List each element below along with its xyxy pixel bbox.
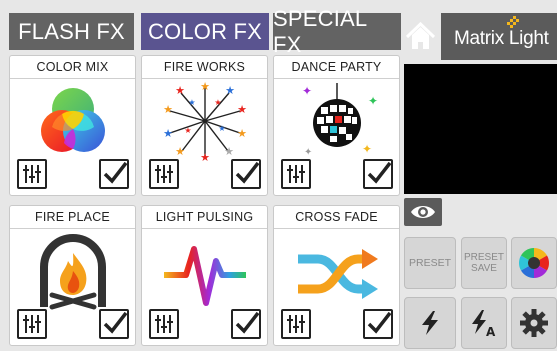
preview-screen [404,64,557,194]
effect-card-cross-fade[interactable]: CROSS FADE [273,205,400,346]
equalizer-icon [23,165,41,183]
preview-toggle-button[interactable] [404,198,442,226]
svg-text:★: ★ [218,124,225,133]
enable-checkbox[interactable] [99,309,129,339]
svg-text:★: ★ [175,84,185,97]
effect-title: CROSS FADE [274,206,399,229]
equalizer-icon [23,315,41,333]
lightning-auto-icon: A [472,310,496,338]
logo-dots-icon [507,16,519,28]
equalizer-icon [155,165,173,183]
effect-card-light-pulsing[interactable]: LIGHT PULSING [141,205,268,346]
preset-save-button[interactable]: PRESET SAVE [461,237,507,289]
color-wheel-icon [518,248,550,278]
lightning-icon [422,311,438,335]
svg-text:★: ★ [184,126,191,135]
logo-text: Matrix Light [454,28,549,49]
home-icon [405,21,436,49]
tab-flash-fx[interactable]: FLASH FX [9,13,134,50]
gear-icon [520,309,548,337]
crossfade-icon [298,249,378,299]
tab-color-fx[interactable]: COLOR FX [141,13,269,50]
equalizer-settings-button[interactable] [281,309,311,339]
svg-text:★: ★ [237,127,247,140]
svg-text:★: ★ [163,127,173,140]
equalizer-icon [155,315,173,333]
effect-card-dance-party[interactable]: DANCE PARTY ✦ ✦ ✦ ✦ [273,55,400,196]
effect-card-fire-works[interactable]: FIRE WORKS ★ ★ ★ ★ ★ ★ ★ ★ ★ ★ ★ ★ ★ ★ [141,55,268,196]
checkmark-icon [235,161,260,184]
eye-icon [411,206,435,218]
equalizer-settings-button[interactable] [149,159,179,189]
checkmark-icon [103,311,128,334]
svg-text:★: ★ [214,98,221,107]
home-button[interactable] [404,13,437,60]
checkmark-icon [235,311,260,334]
svg-text:★: ★ [200,81,210,93]
effect-title: LIGHT PULSING [142,206,267,229]
settings-button[interactable] [511,297,557,349]
fireworks-icon: ★ ★ ★ ★ ★ ★ ★ ★ ★ ★ ★ ★ ★ ★ [163,81,247,161]
svg-text:✦: ✦ [304,147,312,158]
effect-title: COLOR MIX [10,56,135,79]
brand-logo: Matrix Light [441,13,557,60]
effect-card-color-mix[interactable]: COLOR MIX [9,55,136,196]
svg-text:A: A [486,325,496,338]
svg-text:✦: ✦ [302,84,312,98]
equalizer-settings-button[interactable] [17,159,47,189]
svg-text:★: ★ [224,145,234,158]
color-mix-icon [41,88,105,152]
disco-ball-icon: ✦ ✦ ✦ ✦ [302,83,378,158]
fireplace-icon [40,234,106,310]
enable-checkbox[interactable] [99,159,129,189]
preset-save-label-line2: SAVE [471,263,497,274]
pulse-icon [164,246,246,306]
enable-checkbox[interactable] [363,159,393,189]
enable-checkbox[interactable] [363,309,393,339]
tab-special-fx[interactable]: SPECIAL FX [273,6,401,57]
svg-text:★: ★ [225,84,235,97]
equalizer-settings-button[interactable] [149,309,179,339]
effect-title: FIRE WORKS [142,56,267,79]
svg-text:★: ★ [163,103,173,116]
effect-title: FIRE PLACE [10,206,135,229]
flash-button[interactable] [404,297,456,349]
svg-text:✦: ✦ [368,94,378,108]
svg-text:★: ★ [175,145,185,158]
color-wheel-button[interactable] [511,237,557,289]
svg-text:★: ★ [200,151,210,161]
preset-label: PRESET [408,257,451,269]
effect-card-fire-place[interactable]: FIRE PLACE [9,205,136,346]
svg-text:★: ★ [237,103,247,116]
checkmark-icon [103,161,128,184]
flash-auto-button[interactable]: A [461,297,507,349]
equalizer-settings-button[interactable] [281,159,311,189]
enable-checkbox[interactable] [231,309,261,339]
equalizer-icon [287,165,305,183]
svg-text:★: ★ [188,98,195,107]
equalizer-settings-button[interactable] [17,309,47,339]
effect-title: DANCE PARTY [274,56,399,79]
checkmark-icon [367,311,392,334]
equalizer-icon [287,315,305,333]
preset-save-label-line1: PRESET [463,252,504,263]
checkmark-icon [367,161,392,184]
preset-button[interactable]: PRESET [404,237,456,289]
enable-checkbox[interactable] [231,159,261,189]
svg-text:✦: ✦ [362,142,372,156]
